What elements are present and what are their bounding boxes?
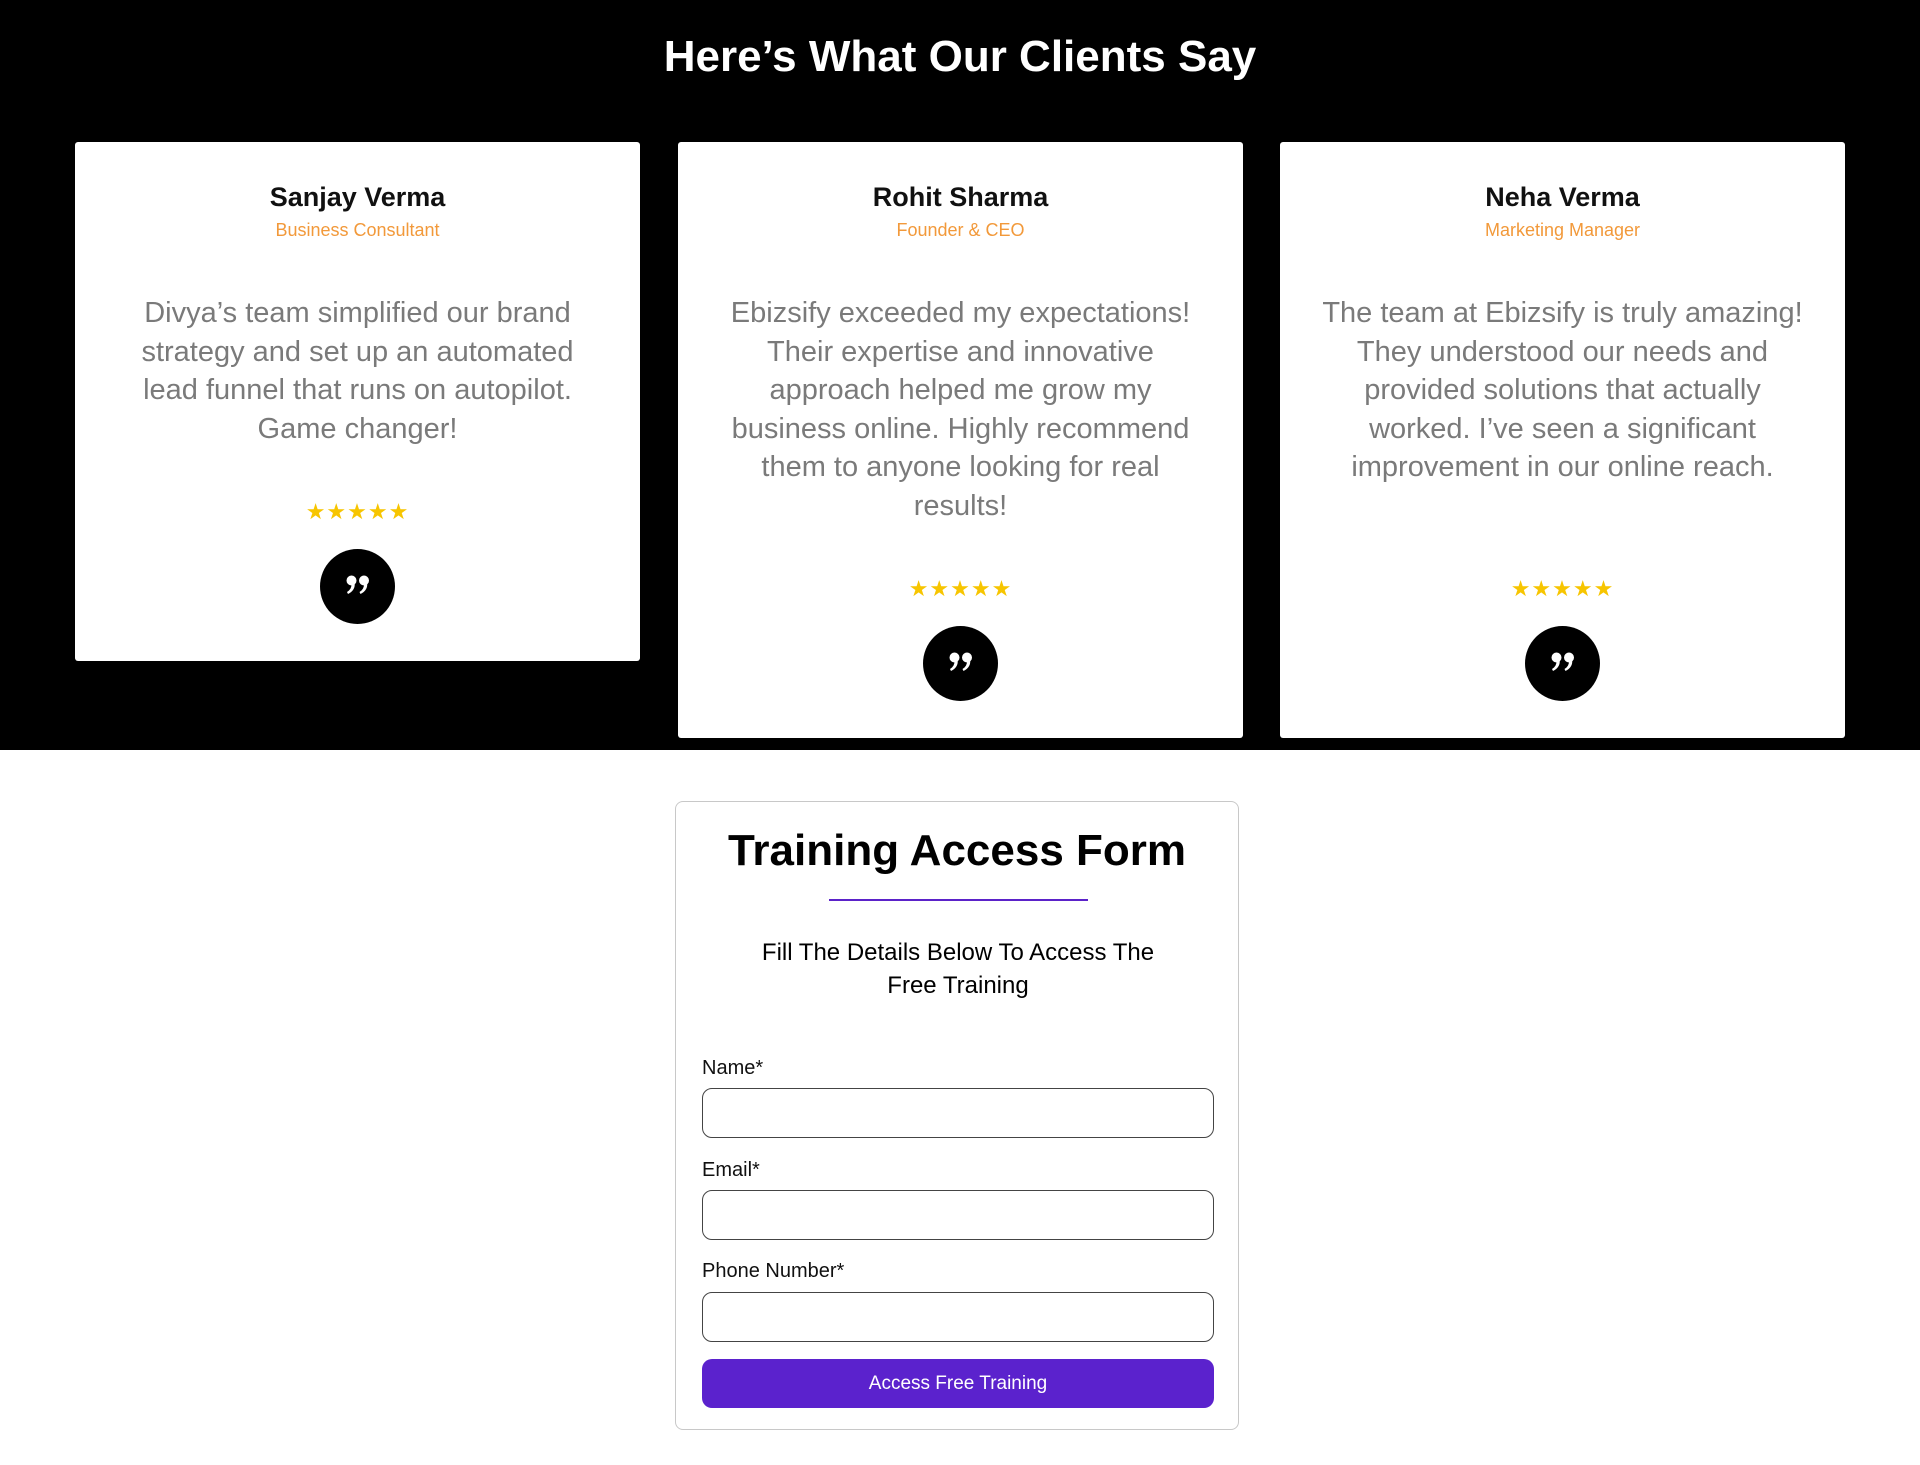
- form-title: Training Access Form: [727, 826, 1187, 875]
- email-label: Email*: [702, 1159, 760, 1181]
- form-subtitle: Fill The Details Below To Access The Fre…: [761, 939, 1155, 999]
- client-role: Founder & CEO: [896, 220, 1025, 240]
- testimonials-section: Here’s What Our Clients Say Sanjay Verma…: [0, 0, 1920, 750]
- star-rating: ★★★★★: [908, 577, 1013, 602]
- star-rating: ★★★★★: [305, 500, 410, 525]
- quote-icon-glyph: [949, 652, 972, 671]
- client-name: Rohit Sharma: [872, 182, 1049, 212]
- testimonial-card: Rohit Sharma Founder & CEO Ebizsify exce…: [678, 142, 1243, 738]
- quote-icon-glyph: [1551, 652, 1574, 671]
- quote-icon-glyph: [346, 575, 369, 594]
- testimonial-card: Neha Verma Marketing Manager The team at…: [1280, 142, 1845, 738]
- testimonial-text: Ebizsify exceeded my expectations! Their…: [730, 297, 1191, 522]
- access-free-training-button[interactable]: Access Free Training: [702, 1359, 1214, 1408]
- star-rating: ★★★★★: [1510, 577, 1615, 602]
- testimonial-text: The team at Ebizsify is truly amazing! T…: [1322, 297, 1803, 483]
- client-name: Sanjay Verma: [269, 182, 446, 212]
- title-underline: [829, 899, 1088, 901]
- client-name: Neha Verma: [1485, 182, 1640, 212]
- name-input[interactable]: [702, 1088, 1214, 1138]
- email-input[interactable]: [702, 1190, 1214, 1240]
- quote-icon: [1525, 626, 1600, 701]
- testimonials-title: Here’s What Our Clients Say: [663, 32, 1257, 81]
- client-role: Business Consultant: [275, 220, 440, 240]
- testimonial-text: Divya’s team simplified our brand strate…: [141, 297, 574, 445]
- quote-icon: [320, 549, 395, 624]
- phone-input[interactable]: [702, 1292, 1214, 1342]
- training-access-form: Training Access Form Fill The Details Be…: [675, 801, 1239, 1430]
- testimonial-card: Sanjay Verma Business Consultant Divya’s…: [75, 142, 640, 661]
- client-role: Marketing Manager: [1484, 220, 1641, 240]
- name-label: Name*: [702, 1057, 764, 1079]
- phone-label: Phone Number*: [702, 1260, 845, 1282]
- quote-icon: [923, 626, 998, 701]
